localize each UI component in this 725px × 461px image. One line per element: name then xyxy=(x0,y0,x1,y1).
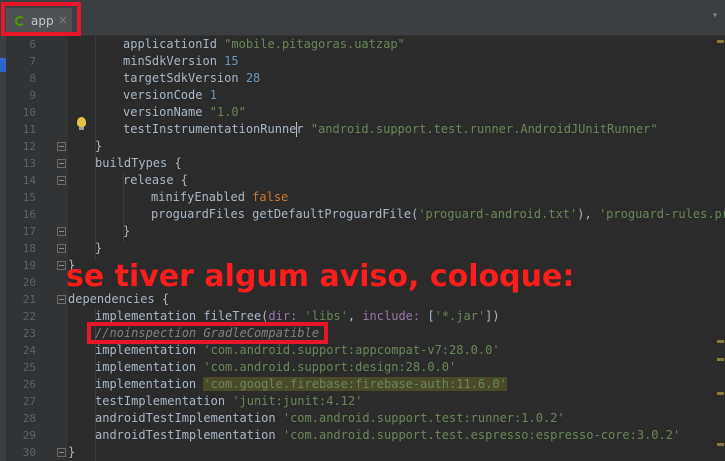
line-number: 14 xyxy=(22,174,36,187)
fold-icon[interactable] xyxy=(57,261,66,270)
line-number: 18 xyxy=(22,242,36,255)
fold-icon[interactable] xyxy=(57,244,66,253)
tab-label: app xyxy=(31,14,54,28)
line-number: 28 xyxy=(22,412,36,425)
line-number: 21 xyxy=(22,293,36,306)
code-line: versionCode 1 xyxy=(123,88,217,102)
line-number: 27 xyxy=(22,395,36,408)
line-number: 8 xyxy=(29,72,36,85)
fold-icon[interactable] xyxy=(57,227,66,236)
code-line: release { xyxy=(123,173,189,187)
fold-icon[interactable] xyxy=(57,142,66,151)
fold-icon[interactable] xyxy=(57,448,66,457)
line-number: 29 xyxy=(22,429,36,442)
scrollbar-warning-marker[interactable] xyxy=(717,40,724,43)
code-line: androidTestImplementation 'com.android.s… xyxy=(95,428,681,442)
code-line: //noinspection GradleCompatible xyxy=(95,326,319,340)
line-number: 9 xyxy=(29,89,36,102)
line-number: 26 xyxy=(22,378,36,391)
code-line: testInstrumentationRunner "android.suppo… xyxy=(123,122,658,136)
line-number: 13 xyxy=(22,157,36,170)
gradle-icon xyxy=(15,16,25,26)
line-number: 24 xyxy=(22,344,36,357)
code-line: androidTestImplementation 'com.android.s… xyxy=(95,411,565,425)
scrollbar-warning-marker[interactable] xyxy=(717,340,724,343)
code-line: implementation 'com.android.support:desi… xyxy=(95,360,457,374)
line-number: 23 xyxy=(22,327,36,340)
line-number: 6 xyxy=(29,38,36,51)
code-line: implementation 'com.google.firebase:fire… xyxy=(95,377,507,391)
code-line: } xyxy=(95,139,103,153)
scrollbar-warning-marker[interactable] xyxy=(717,392,724,395)
code-line: minSdkVersion 15 xyxy=(123,54,239,68)
code-line: versionName "1.0" xyxy=(123,105,246,119)
scrollbar-warning-marker[interactable] xyxy=(717,443,724,446)
line-number: 12 xyxy=(22,140,36,153)
line-number: 19 xyxy=(22,259,36,272)
code-line: buildTypes { xyxy=(95,156,182,170)
tab-menu-icon[interactable]: ▾ xyxy=(712,10,718,21)
line-number: 25 xyxy=(22,361,36,374)
line-number: 30 xyxy=(22,446,36,459)
line-number: 22 xyxy=(22,310,36,323)
fold-icon[interactable] xyxy=(57,176,66,185)
code-line: targetSdkVersion 28 xyxy=(123,71,261,85)
line-number: 16 xyxy=(22,208,36,221)
code-line: minifyEnabled false xyxy=(151,190,289,204)
code-line: applicationId "mobile.pitagoras.uatzap" xyxy=(123,37,405,51)
tab-app[interactable]: app × xyxy=(6,8,72,36)
line-number: 15 xyxy=(22,191,36,204)
code-line: testImplementation 'junit:junit:4.12' xyxy=(95,394,363,408)
line-number: 7 xyxy=(29,55,36,68)
line-number: 17 xyxy=(22,225,36,238)
line-number: 10 xyxy=(22,106,36,119)
code-line: } xyxy=(68,445,76,459)
fold-icon[interactable] xyxy=(57,295,66,304)
annotation-text: se tiver algum aviso, coloque: xyxy=(66,259,575,294)
line-number: 20 xyxy=(22,276,36,289)
code-line: } xyxy=(95,241,103,255)
code-line: implementation fileTree(dir: 'libs', inc… xyxy=(95,309,500,323)
editor-tab-bar: app × ▾ xyxy=(0,0,725,36)
code-line: proguardFiles getDefaultProguardFile('pr… xyxy=(151,207,725,221)
fold-icon[interactable] xyxy=(57,159,66,168)
close-icon[interactable]: × xyxy=(58,13,68,27)
code-line: } xyxy=(123,224,131,238)
text-caret xyxy=(296,122,297,137)
line-number: 11 xyxy=(22,123,36,136)
code-editor[interactable]: applicationId "mobile.pitagoras.uatzap" … xyxy=(68,36,725,461)
scrollbar-warning-marker[interactable] xyxy=(717,358,724,361)
code-line: implementation 'com.android.support:appc… xyxy=(95,343,500,357)
